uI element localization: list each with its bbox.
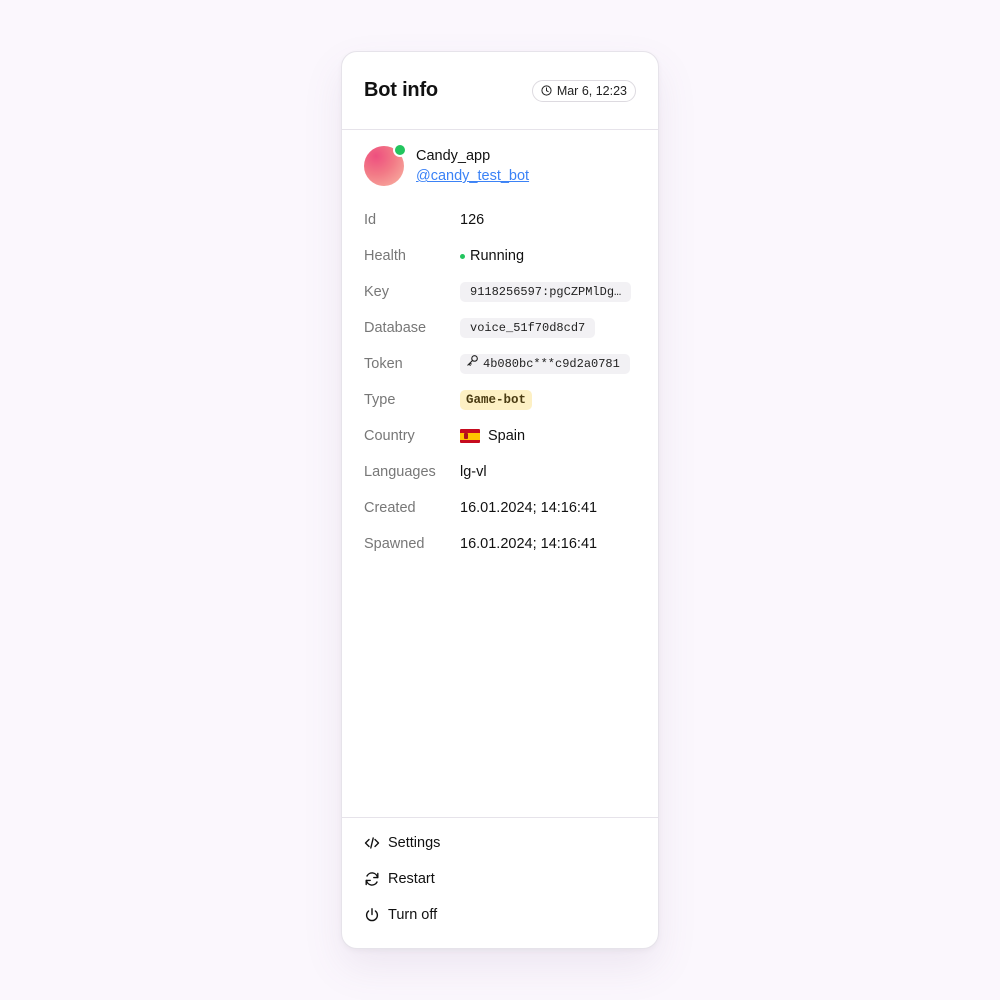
detail-row-database: Database voice_51f70d8cd7 bbox=[364, 310, 636, 346]
health-label: Health bbox=[364, 248, 406, 264]
country-label: Country bbox=[364, 428, 415, 444]
spain-flag-icon bbox=[460, 429, 480, 443]
key-value-chip[interactable]: 9118256597:pgCZPMlDg… bbox=[460, 282, 632, 302]
token-label: Token bbox=[364, 356, 403, 372]
database-value-chip[interactable]: voice_51f70d8cd7 bbox=[460, 318, 596, 338]
turn-off-button[interactable]: Turn off bbox=[364, 897, 636, 933]
restart-button[interactable]: Restart bbox=[364, 861, 636, 897]
detail-row-type: Type Game-bot bbox=[364, 382, 636, 418]
page-title: Bot info bbox=[364, 79, 438, 101]
bot-name: Candy_app bbox=[416, 148, 491, 164]
bot-details: Id 126 Health Running Key 9118256597:pgC… bbox=[342, 186, 658, 562]
token-value-chip[interactable]: 4b080bc***c9d2a0781 bbox=[460, 354, 630, 374]
id-label: Id bbox=[364, 212, 377, 228]
profile-text: Candy_app @candy_test_bot bbox=[416, 146, 529, 186]
panel-actions: Settings Restart Turn off bbox=[342, 817, 658, 948]
country-text: Spain bbox=[488, 428, 526, 444]
database-label: Database bbox=[364, 320, 427, 336]
languages-label: Languages bbox=[364, 464, 436, 480]
spawned-value: 16.01.2024; 14:16:41 bbox=[460, 536, 598, 552]
type-badge: Game-bot bbox=[460, 390, 533, 410]
spawned-label: Spawned bbox=[364, 536, 425, 552]
health-status-dot bbox=[460, 253, 465, 259]
languages-value: lg-vl bbox=[460, 464, 487, 480]
bot-profile: Candy_app @candy_test_bot bbox=[342, 130, 658, 186]
detail-row-token: Token 4b080bc***c9d2a0781 bbox=[364, 346, 636, 382]
created-label: Created bbox=[364, 500, 416, 516]
key-label: Key bbox=[364, 284, 389, 300]
detail-row-id: Id 126 bbox=[364, 202, 636, 238]
detail-row-created: Created 16.01.2024; 14:16:41 bbox=[364, 490, 636, 526]
token-text: 4b080bc***c9d2a0781 bbox=[483, 357, 620, 371]
restart-label: Restart bbox=[388, 871, 435, 887]
health-status-text: Running bbox=[470, 248, 525, 264]
id-value: 126 bbox=[460, 212, 485, 228]
detail-row-languages: Languages lg-vl bbox=[364, 454, 636, 490]
key-icon bbox=[466, 354, 479, 374]
settings-button[interactable]: Settings bbox=[364, 825, 636, 861]
timestamp-text: Mar 6, 12:23 bbox=[556, 83, 627, 98]
detail-row-spawned: Spawned 16.01.2024; 14:16:41 bbox=[364, 526, 636, 562]
bot-handle-link[interactable]: @candy_test_bot bbox=[416, 166, 529, 186]
health-value: Running bbox=[460, 248, 524, 264]
refresh-icon bbox=[364, 871, 388, 887]
avatar bbox=[364, 143, 407, 186]
created-value: 16.01.2024; 14:16:41 bbox=[460, 500, 598, 516]
country-value: Spain bbox=[460, 428, 525, 444]
online-status-dot bbox=[393, 143, 407, 157]
bot-info-panel: Bot info Mar 6, 12:23 Candy_app @candy_t… bbox=[341, 51, 659, 949]
detail-row-health: Health Running bbox=[364, 238, 636, 274]
turn-off-label: Turn off bbox=[388, 907, 438, 923]
detail-row-country: Country Spain bbox=[364, 418, 636, 454]
clock-icon bbox=[541, 85, 552, 96]
detail-row-key: Key 9118256597:pgCZPMlDg… bbox=[364, 274, 636, 310]
power-icon bbox=[364, 907, 388, 923]
timestamp-badge: Mar 6, 12:23 bbox=[531, 79, 636, 102]
panel-header: Bot info Mar 6, 12:23 bbox=[342, 52, 658, 130]
settings-label: Settings bbox=[388, 835, 441, 851]
code-icon bbox=[364, 835, 388, 851]
type-label: Type bbox=[364, 392, 396, 408]
